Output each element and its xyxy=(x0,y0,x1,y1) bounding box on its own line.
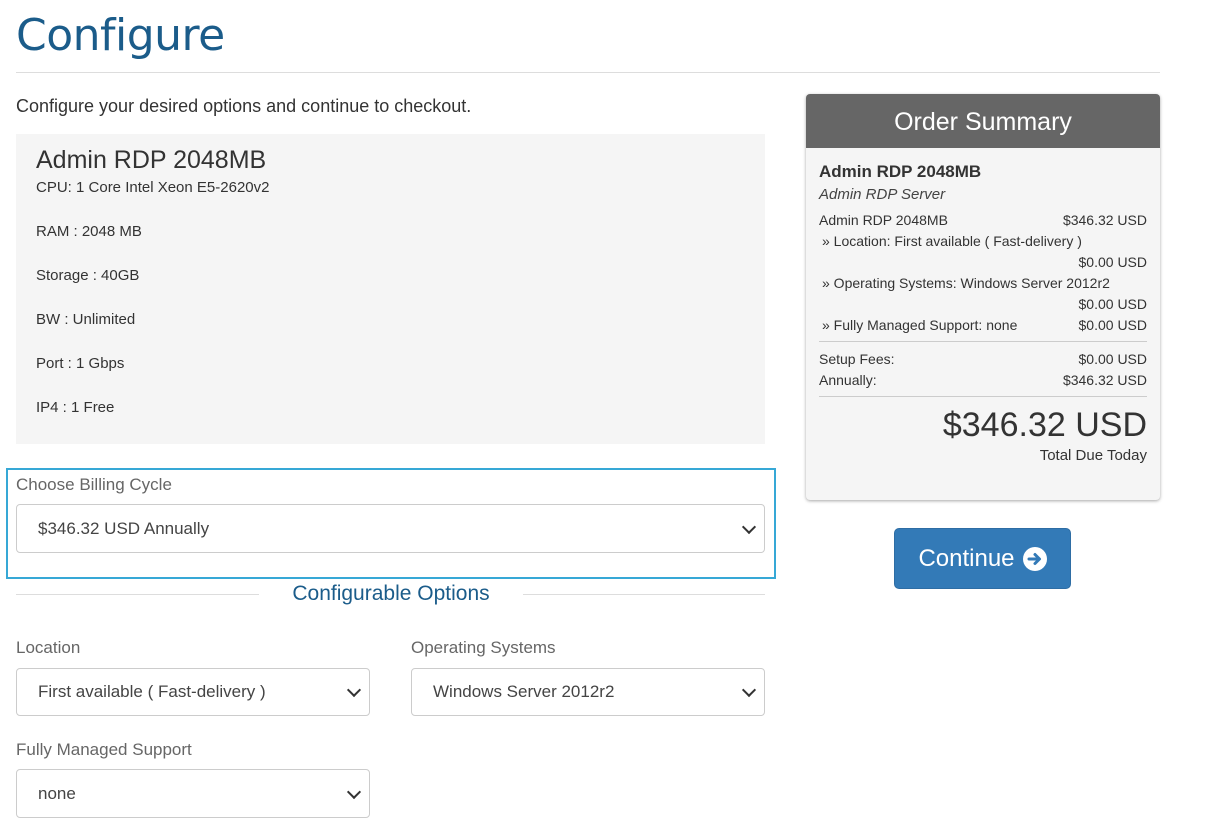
continue-button[interactable]: Continue xyxy=(894,528,1071,589)
operating-systems-label: Operating Systems xyxy=(411,638,556,657)
options-divider-right xyxy=(523,594,765,595)
summary-total-amount: $346.32 USD xyxy=(942,406,1147,444)
spec-storage: Storage : 40GB xyxy=(36,267,140,284)
summary-line-price: $346.32 USD xyxy=(1062,212,1147,228)
summary-line-label: » Operating Systems: Windows Server 2012… xyxy=(822,275,1110,291)
chevron-down-icon xyxy=(346,784,362,799)
summary-line-os: » Operating Systems: Windows Server 2012… xyxy=(819,273,1147,294)
summary-recurring-price: $346.32 USD xyxy=(1062,372,1147,388)
location-select[interactable]: First available ( Fast-delivery ) xyxy=(16,668,370,716)
billing-cycle-label: Choose Billing Cycle xyxy=(16,475,172,494)
arrow-circle-right-icon xyxy=(1022,546,1047,571)
managed-support-label: Fully Managed Support xyxy=(16,740,192,759)
managed-support-select[interactable]: none xyxy=(16,769,370,818)
summary-line-price: $0.00 USD xyxy=(1078,317,1147,333)
product-name: Admin RDP 2048MB xyxy=(36,146,267,174)
summary-divider xyxy=(819,396,1147,397)
summary-setup-fees: Setup Fees: $0.00 USD xyxy=(819,349,1147,370)
summary-total-label: Total Due Today xyxy=(1039,447,1147,464)
billing-cycle-select[interactable]: $346.32 USD Annually xyxy=(16,504,765,553)
order-summary-panel: Order Summary Admin RDP 2048MB Admin RDP… xyxy=(806,94,1160,500)
summary-product-name: Admin RDP 2048MB xyxy=(819,162,982,181)
location-label: Location xyxy=(16,638,81,657)
summary-product-group: Admin RDP Server xyxy=(819,186,946,203)
summary-line-support: » Fully Managed Support: none $0.00 USD xyxy=(819,315,1147,336)
options-divider-left xyxy=(16,594,259,595)
page-title: Configure xyxy=(16,10,225,61)
spec-ram: RAM : 2048 MB xyxy=(36,223,142,240)
spec-port: Port : 1 Gbps xyxy=(36,355,125,372)
intro-text: Configure your desired options and conti… xyxy=(16,96,472,116)
summary-recurring: Annually: $346.32 USD xyxy=(819,370,1147,391)
summary-line-location: » Location: First available ( Fast-deliv… xyxy=(819,231,1147,252)
configurable-options-heading: Configurable Options xyxy=(292,582,490,605)
order-summary-heading: Order Summary xyxy=(806,94,1160,148)
billing-cycle-group: Choose Billing Cycle $346.32 USD Annuall… xyxy=(6,468,776,579)
summary-recurring-label: Annually: xyxy=(819,372,877,388)
operating-systems-value: Windows Server 2012r2 xyxy=(433,682,615,701)
billing-cycle-value: $346.32 USD Annually xyxy=(38,518,210,538)
continue-button-label: Continue xyxy=(918,544,1015,572)
chevron-down-icon xyxy=(741,519,757,534)
summary-divider xyxy=(819,341,1147,342)
summary-setup-price: $0.00 USD xyxy=(1078,351,1147,367)
summary-setup-label: Setup Fees: xyxy=(819,351,895,367)
summary-line-label: » Fully Managed Support: none xyxy=(822,317,1018,333)
product-info-panel: Admin RDP 2048MB CPU: 1 Core Intel Xeon … xyxy=(16,134,765,444)
product-spec-list: CPU: 1 Core Intel Xeon E5-2620v2 RAM : 2… xyxy=(36,179,745,443)
summary-line-label: Admin RDP 2048MB xyxy=(819,212,948,228)
title-divider xyxy=(16,72,1160,73)
summary-line-base: Admin RDP 2048MB $346.32 USD xyxy=(819,210,1147,231)
managed-support-value: none xyxy=(38,783,76,803)
operating-systems-select[interactable]: Windows Server 2012r2 xyxy=(411,668,765,716)
summary-line-price: $0.00 USD xyxy=(1078,296,1147,312)
spec-bandwidth: BW : Unlimited xyxy=(36,311,136,328)
spec-cpu: CPU: 1 Core Intel Xeon E5-2620v2 xyxy=(36,179,270,196)
spec-ipv4: IP4 : 1 Free xyxy=(36,399,115,416)
chevron-down-icon xyxy=(741,682,757,698)
order-summary-body: Admin RDP 2048MB Admin RDP Server Admin … xyxy=(806,148,1160,464)
summary-line-price: $0.00 USD xyxy=(1078,254,1147,270)
summary-line-label: » Location: First available ( Fast-deliv… xyxy=(822,233,1082,249)
location-value: First available ( Fast-delivery ) xyxy=(38,682,266,701)
chevron-down-icon xyxy=(346,682,362,698)
